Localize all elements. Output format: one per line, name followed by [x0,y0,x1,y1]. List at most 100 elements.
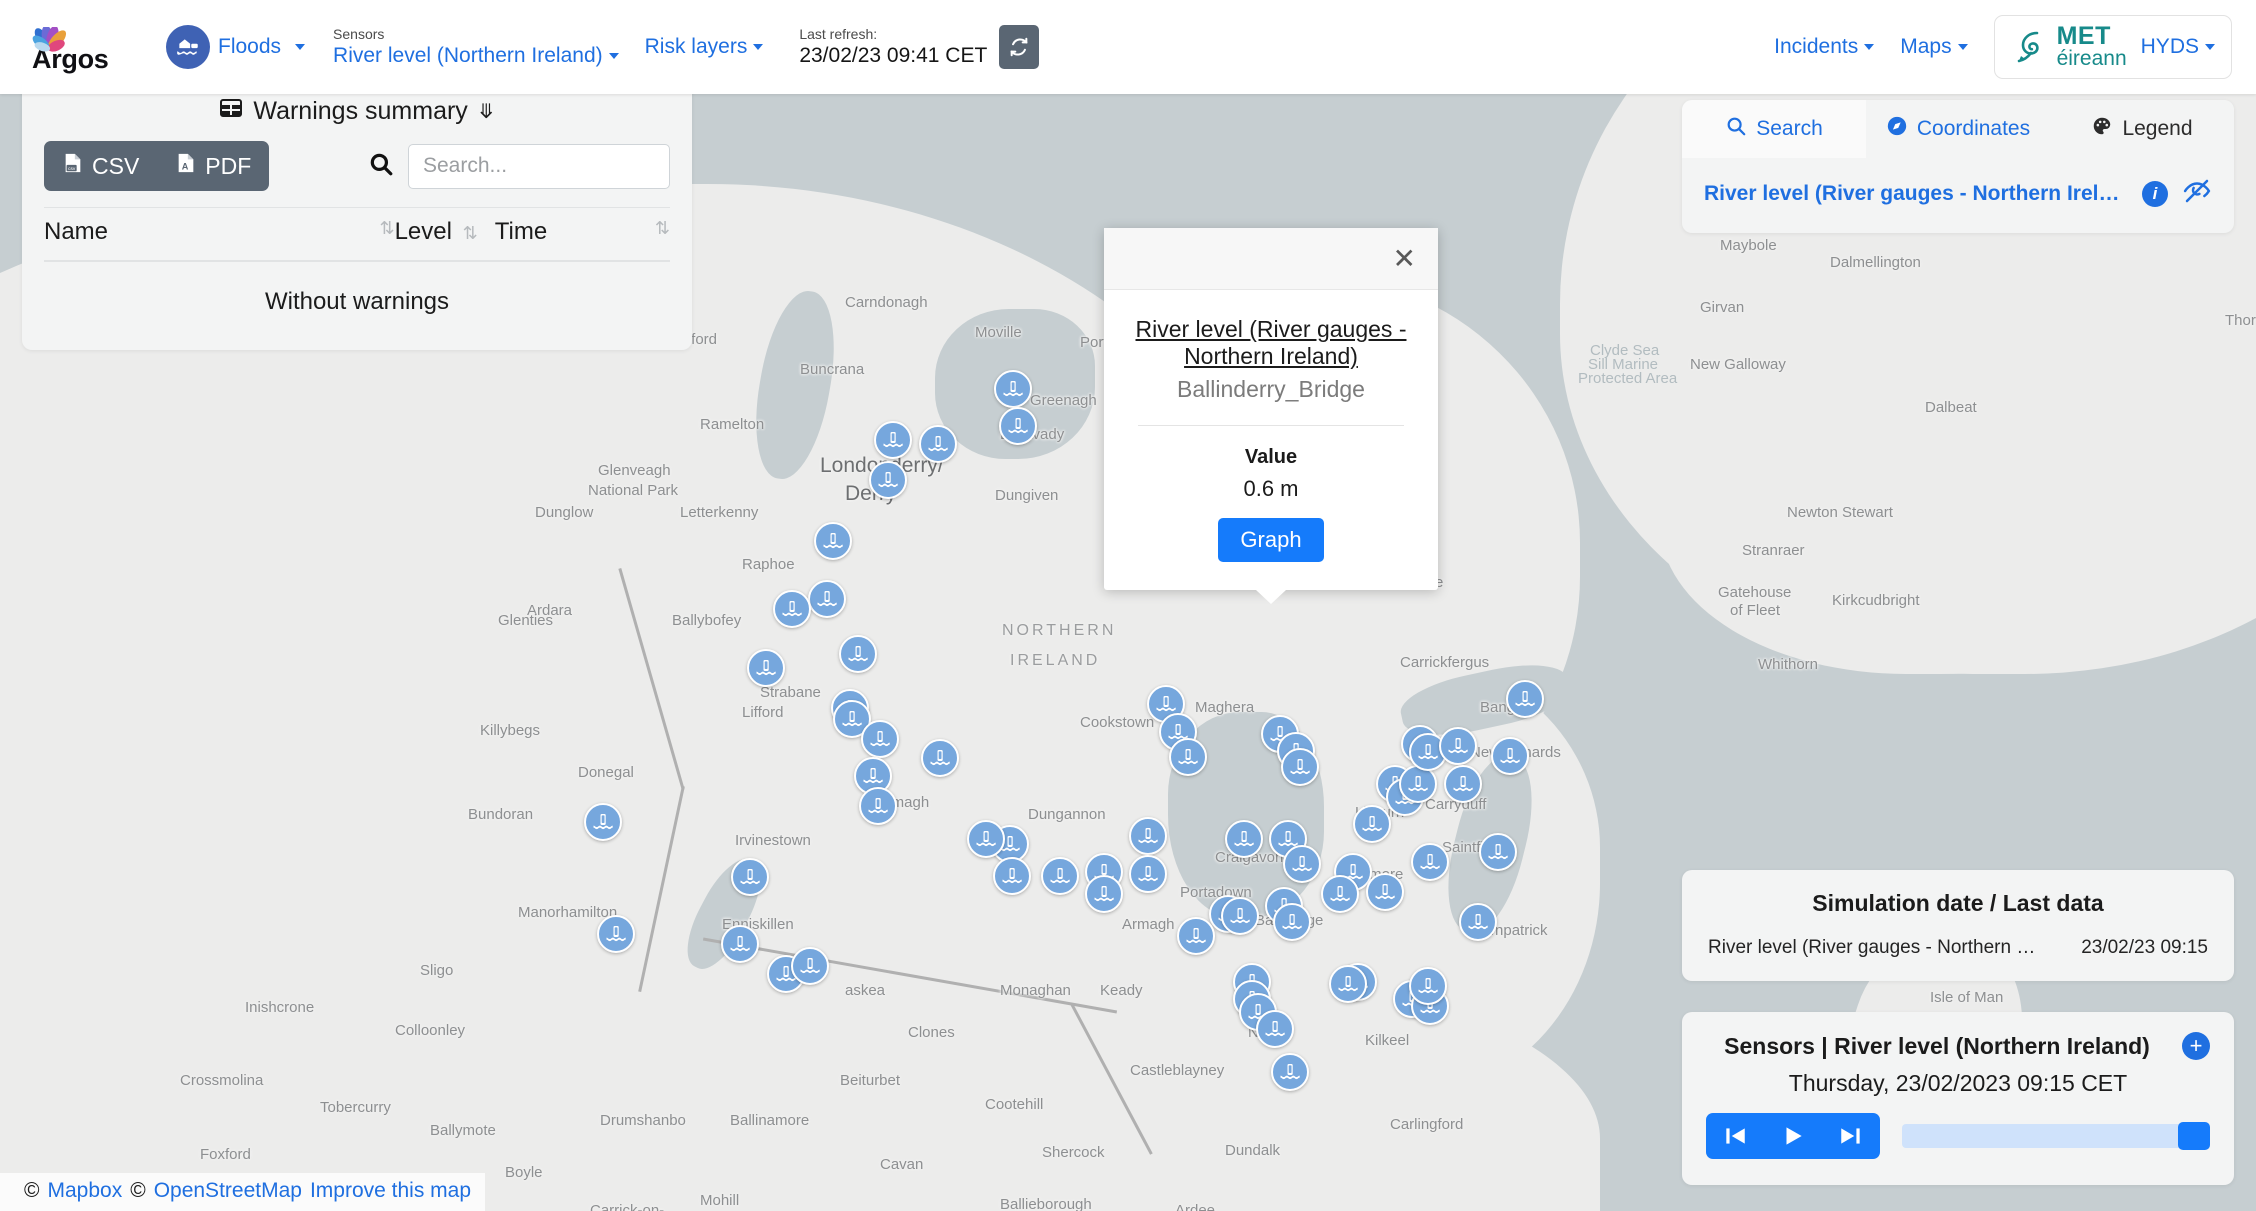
sort-icon[interactable]: ⇅ [463,223,478,243]
column-label-time: Time [494,218,548,245]
river-gauge-marker[interactable] [1041,857,1079,895]
river-gauge-marker[interactable] [1283,845,1321,883]
graph-button[interactable]: Graph [1218,518,1324,562]
river-gauge-marker[interactable] [747,649,785,687]
river-gauge-marker[interactable] [1479,833,1517,871]
river-gauge-marker[interactable] [731,858,769,896]
floods-menu-label[interactable]: Floods [218,35,281,59]
player-button-group [1706,1113,1880,1159]
river-gauge-marker[interactable] [1221,897,1259,935]
maps-label[interactable]: Maps [1900,35,1951,59]
brand[interactable]: Argos [26,20,144,75]
river-gauge-marker[interactable] [1506,680,1544,718]
play-icon[interactable] [1764,1113,1822,1159]
river-gauge-marker[interactable] [869,461,907,499]
river-gauge-marker[interactable] [808,580,846,618]
popup-title[interactable]: River level (River gauges - Northern Ire… [1130,316,1412,370]
river-gauge-marker[interactable] [1444,765,1482,803]
tab-search[interactable]: Search [1682,100,1866,158]
warnings-empty-row: Without warnings [44,261,670,324]
river-gauge-marker[interactable] [1281,748,1319,786]
river-gauge-marker[interactable] [1129,817,1167,855]
river-gauge-marker[interactable] [874,421,912,459]
met-eireann-box[interactable]: MET éireann HYDS [1993,15,2232,79]
river-gauge-marker[interactable] [921,739,959,777]
met-bottom-label: éireann [2056,46,2127,70]
river-gauge-marker[interactable] [584,803,622,841]
export-pdf-button[interactable]: A PDF [157,141,269,191]
openstreetmap-link[interactable]: OpenStreetMap [154,1179,302,1203]
refresh-button[interactable] [999,25,1040,69]
river-gauge-marker[interactable] [1366,873,1404,911]
warnings-summary-title[interactable]: Warnings summary ⤋ [44,96,670,127]
eye-slash-icon[interactable] [2182,176,2212,211]
river-gauge-marker[interactable] [773,590,811,628]
warnings-search-input[interactable] [408,143,670,189]
sort-icon[interactable]: ⇅ [379,218,394,239]
info-icon[interactable]: i [2142,180,2168,207]
warnings-controls: csv CSV A PDF [44,141,670,191]
mapbox-link[interactable]: Mapbox [47,1179,122,1203]
river-gauge-marker[interactable] [1439,727,1477,765]
river-gauge-marker[interactable] [1273,903,1311,941]
header-right: Incidents Maps MET éireann HYDS [1774,15,2232,79]
skip-back-icon[interactable] [1706,1113,1764,1159]
river-gauge-marker[interactable] [721,925,759,963]
popup-header: ✕ [1104,228,1438,290]
river-gauge-marker[interactable] [1411,843,1449,881]
incidents-menu[interactable]: Incidents [1774,35,1875,59]
river-gauge-marker[interactable] [1459,903,1497,941]
river-gauge-marker[interactable] [1353,805,1391,843]
column-header-name[interactable]: Name ⇅ [44,207,395,262]
river-gauge-marker[interactable] [1177,917,1215,955]
skip-forward-icon[interactable] [1822,1113,1880,1159]
tab-legend[interactable]: Legend [2050,100,2234,158]
sort-icon[interactable]: ⇅ [655,218,670,239]
incidents-label[interactable]: Incidents [1774,35,1858,59]
sensors-value[interactable]: River level (Northern Ireland) [333,43,603,69]
river-gauge-marker[interactable] [791,947,829,985]
river-gauge-marker[interactable] [919,425,957,463]
player-time-slider[interactable] [1902,1122,2210,1150]
plus-circle-icon[interactable]: + [2182,1032,2210,1060]
column-header-time[interactable]: Time ⇅ [494,207,670,262]
river-gauge-marker[interactable] [994,370,1032,408]
river-gauge-marker[interactable] [967,820,1005,858]
active-layer-name[interactable]: River level (River gauges - Northern Ire… [1704,182,2128,206]
river-gauge-marker[interactable] [1085,875,1123,913]
last-refresh-block: Last refresh: 23/02/23 09:41 CET [799,25,1040,69]
hyds-label[interactable]: HYDS [2141,35,2199,59]
river-gauge-marker[interactable] [1491,737,1529,775]
river-gauge-marker[interactable] [1225,820,1263,858]
river-gauge-marker[interactable] [861,720,899,758]
river-gauge-marker[interactable] [999,407,1037,445]
risk-layers-label[interactable]: Risk layers [645,35,748,59]
river-gauge-marker[interactable] [1271,1053,1309,1091]
sensors-selector[interactable]: Sensors River level (Northern Ireland) [333,25,619,69]
popup-value-label: Value [1244,446,1298,468]
hyds-menu[interactable]: HYDS [2141,35,2215,59]
river-gauge-marker[interactable] [597,915,635,953]
river-gauge-marker[interactable] [1169,738,1207,776]
popup-body: River level (River gauges - Northern Ire… [1104,290,1438,590]
slider-thumb[interactable] [2178,1122,2210,1150]
river-gauge-marker[interactable] [814,522,852,560]
map-attribution: © Mapbox © OpenStreetMap Improve this ma… [0,1173,486,1211]
export-csv-button[interactable]: csv CSV [44,141,157,191]
river-gauge-marker[interactable] [1129,855,1167,893]
close-icon[interactable]: ✕ [1393,244,1416,273]
improve-map-link[interactable]: Improve this map [310,1179,471,1203]
floods-menu[interactable]: Floods [166,25,306,69]
maps-menu[interactable]: Maps [1900,35,1968,59]
river-gauge-marker[interactable] [1409,967,1447,1005]
river-gauge-marker[interactable] [1321,875,1359,913]
river-gauge-marker[interactable] [993,857,1031,895]
column-header-level[interactable]: Level ⇅ [394,207,495,262]
river-gauge-marker[interactable] [859,787,897,825]
river-gauge-marker[interactable] [1256,1010,1294,1048]
risk-layers-menu[interactable]: Risk layers [645,35,764,59]
river-gauge-marker[interactable] [1329,965,1367,1003]
tab-coordinates[interactable]: Coordinates [1866,100,2050,158]
river-gauge-marker[interactable] [839,635,877,673]
player-date: Thursday, 23/02/2023 09:15 CET [1788,1070,2128,1096]
